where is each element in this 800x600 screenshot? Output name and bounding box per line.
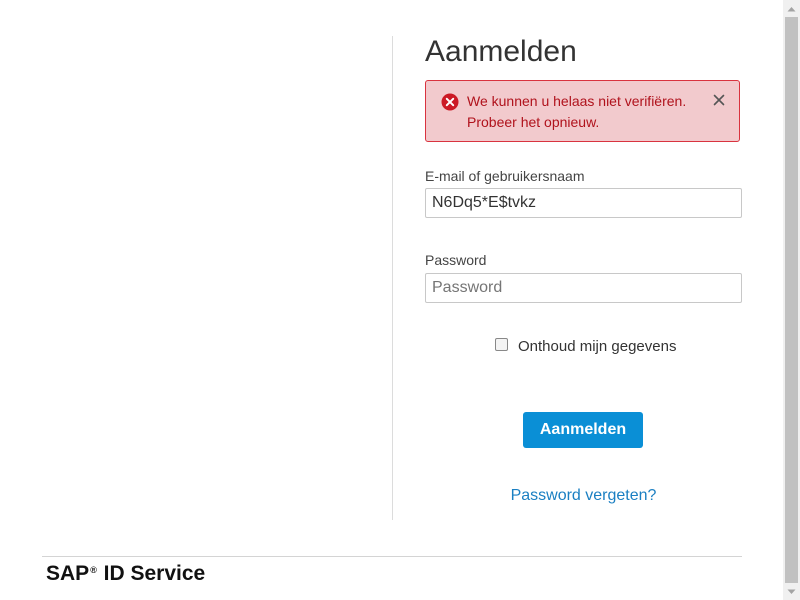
- vertical-scrollbar[interactable]: [783, 0, 800, 600]
- login-form: Aanmelden We kunnen u helaas niet verifi…: [425, 30, 742, 504]
- error-circle-icon: [441, 93, 459, 111]
- email-field[interactable]: [425, 188, 742, 218]
- scroll-down-arrow-icon[interactable]: [783, 583, 800, 600]
- email-label: E-mail of gebruikersnaam: [425, 168, 585, 184]
- scroll-thumb[interactable]: [785, 17, 798, 583]
- brand-logo: SAP® ID Service: [46, 562, 205, 586]
- password-label: Password: [425, 252, 487, 268]
- brand-suffix: ID Service: [97, 562, 206, 585]
- remember-label[interactable]: Onthoud mijn gegevens: [518, 338, 676, 355]
- password-field[interactable]: [425, 273, 742, 303]
- registered-mark: ®: [90, 565, 97, 575]
- vertical-divider: [392, 36, 393, 520]
- footer-divider: [42, 556, 742, 557]
- error-message: We kunnen u helaas niet verifiëren. Prob…: [467, 93, 687, 130]
- close-icon[interactable]: [711, 92, 727, 108]
- error-alert: We kunnen u helaas niet verifiëren. Prob…: [425, 80, 740, 142]
- login-page: Aanmelden We kunnen u helaas niet verifi…: [0, 0, 800, 600]
- remember-checkbox[interactable]: [495, 338, 508, 351]
- page-title: Aanmelden: [425, 35, 577, 68]
- scroll-up-arrow-icon[interactable]: [783, 0, 800, 17]
- forgot-password-link[interactable]: Password vergeten?: [425, 487, 742, 505]
- login-button[interactable]: Aanmelden: [523, 412, 643, 448]
- brand-prefix: SAP: [46, 562, 90, 585]
- remember-me[interactable]: Onthoud mijn gegevens: [495, 338, 676, 355]
